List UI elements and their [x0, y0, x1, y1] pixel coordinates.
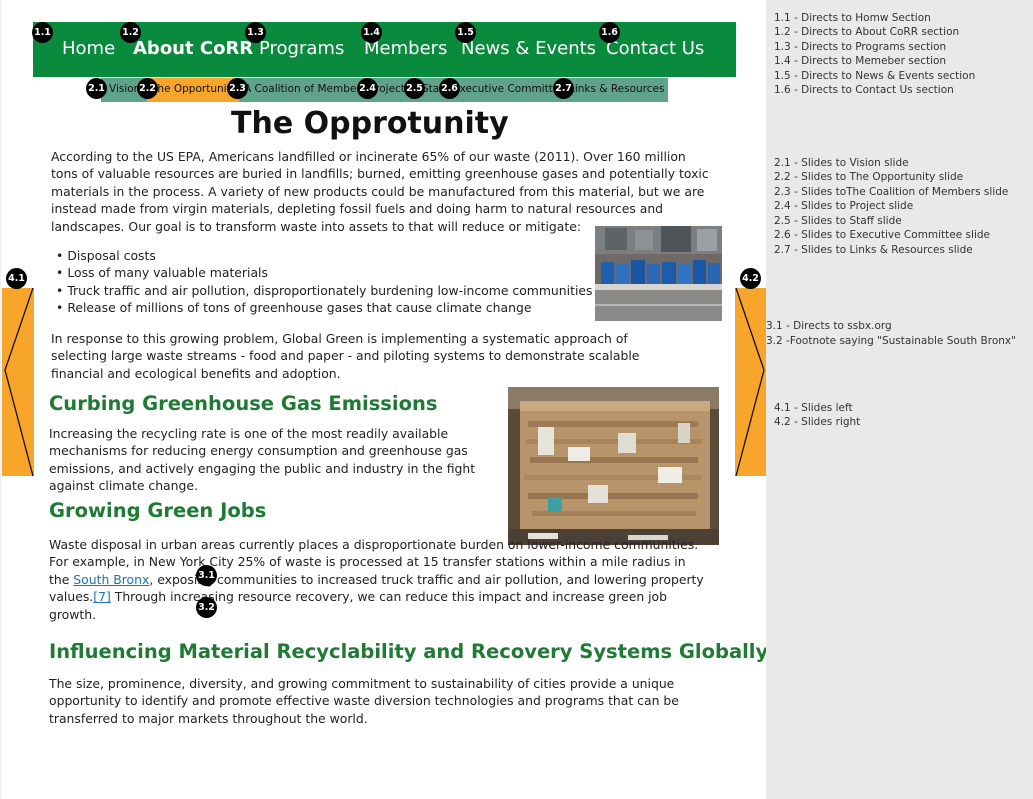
subnav-the-opportunity[interactable]: The Opportunity [151, 83, 237, 95]
note-line: 2.2 - Slides to The Opportunity slide [774, 171, 964, 183]
nav-programs[interactable]: Programs [259, 38, 344, 59]
annotation-badge: 1.5 [455, 22, 476, 43]
note-line: 3.2 -Footnote saying "Sustainable South … [766, 335, 1016, 347]
note-line: 2.5 - Slides to Staff slide [774, 215, 902, 227]
footnote-link[interactable]: [7] [93, 589, 111, 604]
page-canvas: Home About CoRR Programs Members News & … [0, 0, 769, 799]
note-line: 1.4 - Directs to Memeber section [774, 55, 947, 67]
annotation-badge: 1.1 [32, 22, 53, 43]
annotation-badge: 1.6 [599, 22, 620, 43]
response-paragraph: In response to this growing problem, Glo… [51, 331, 640, 381]
annotation-badge: 2.7 [553, 78, 574, 99]
cardboard-bales-photo [508, 387, 719, 545]
mitigation-list: Disposal costs Loss of many valuable mat… [56, 247, 592, 317]
note-line: 1.6 - Directs to Contact Us section [774, 84, 954, 96]
annotation-badge: 1.4 [361, 22, 382, 43]
list-item: Loss of many valuable materials [56, 264, 592, 281]
nav-contact-us[interactable]: Contact Us [606, 38, 704, 59]
annotation-badge: 2.3 [227, 78, 248, 99]
note-line: 1.5 - Directs to News & Events section [774, 70, 976, 82]
nav-home[interactable]: Home [62, 38, 115, 59]
intro-paragraph: According to the US EPA, Americans landf… [51, 149, 709, 234]
note-line: 4.1 - Slides left [774, 402, 853, 414]
green-jobs-text: Through increasing resource recovery, we… [49, 589, 667, 622]
annotation-badge: 2.2 [137, 78, 158, 99]
annotation-notes-panel: 1.1 - Directs to Homw Section 1.2 - Dire… [766, 0, 1033, 799]
south-bronx-link[interactable]: South Bronx [73, 572, 149, 587]
greenhouse-gas-paragraph: Increasing the recycling rate is one of … [49, 426, 476, 494]
note-line: 2.3 - Slides toThe Coalition of Members … [774, 186, 1009, 198]
green-jobs-paragraph: Waste disposal in urban areas currently … [49, 536, 709, 623]
annotation-badge: 1.2 [120, 22, 141, 43]
heading-material-recyclability: Influencing Material Recyclability and R… [49, 640, 769, 663]
page-title: The Opprotunity [231, 106, 509, 141]
annotation-badge: 2.1 [86, 78, 107, 99]
note-line: 4.2 - Slides right [774, 416, 861, 428]
annotation-badge: 3.1 [196, 565, 217, 586]
global-paragraph: The size, prominence, diversity, and gro… [49, 676, 679, 726]
annotation-badge: 2.6 [439, 78, 460, 99]
annotation-badge: 4.2 [740, 268, 761, 289]
list-item: Release of millions of tons of greenhous… [56, 299, 592, 316]
note-line: 1.1 - Directs to Homw Section [774, 12, 931, 24]
heading-green-jobs: Growing Green Jobs [49, 499, 267, 522]
note-line: 2.6 - Slides to Executive Committee slid… [774, 229, 990, 241]
chevron-left-icon [4, 288, 34, 476]
subnav-vision[interactable]: Vision [109, 83, 140, 95]
annotation-badge: 2.5 [404, 78, 425, 99]
subnav-links-resources[interactable]: Links & Resources [569, 83, 664, 95]
annotation-badge: 1.3 [245, 22, 266, 43]
note-line: 1.3 - Directs to Programs section [774, 41, 947, 53]
chevron-right-icon [735, 288, 765, 476]
annotation-badge: 2.4 [357, 78, 378, 99]
list-item: Truck traffic and air pollution, disprop… [56, 282, 592, 299]
sub-nav: Vision The Opportunity A Coalition of Me… [101, 78, 668, 102]
slide-right-button[interactable] [735, 288, 767, 476]
nav-news-events[interactable]: News & Events [461, 38, 596, 59]
nav-about-corr[interactable]: About CoRR [133, 38, 253, 59]
note-line: 3.1 - Directs to ssbx.org [766, 320, 892, 332]
heading-greenhouse-gas: Curbing Greenhouse Gas Emissions [49, 392, 438, 415]
note-line: 2.1 - Slides to Vision slide [774, 157, 909, 169]
trash-bins-photo [595, 226, 722, 321]
note-line: 2.4 - Slides to Project slide [774, 200, 914, 212]
annotation-badge: 4.1 [6, 268, 27, 289]
subnav-executive-committee[interactable]: Executive Committee [453, 83, 566, 95]
annotation-badge: 3.2 [196, 597, 217, 618]
note-line: 1.2 - Directs to About CoRR section [774, 26, 960, 38]
slide-left-button[interactable] [2, 288, 34, 476]
note-line: 2.7 - Slides to Links & Resources slide [774, 244, 973, 256]
list-item: Disposal costs [56, 247, 592, 264]
subnav-coalition-of-members[interactable]: A Coalition of Members [244, 83, 366, 95]
